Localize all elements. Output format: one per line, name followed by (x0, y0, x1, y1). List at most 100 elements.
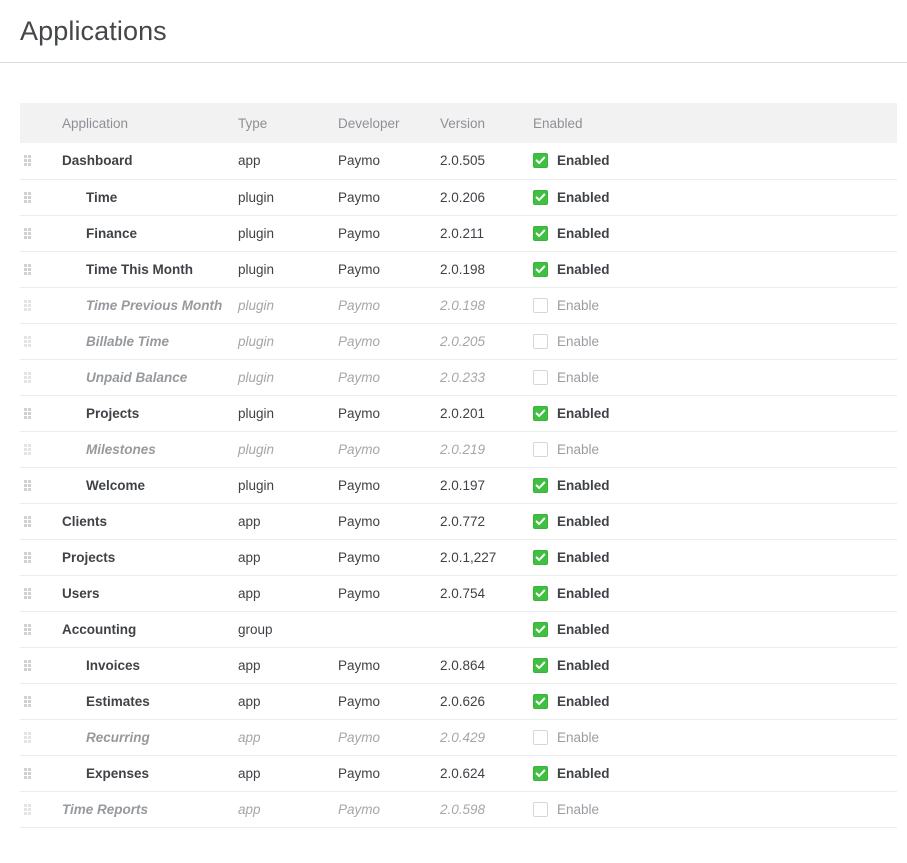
row-drag-cell[interactable] (20, 143, 42, 180)
checkbox-checked[interactable] (533, 621, 548, 637)
enabled-toggle[interactable]: Enabled (533, 405, 897, 421)
enabled-toggle[interactable]: Enabled (533, 225, 897, 241)
drag-handle-icon[interactable] (24, 371, 31, 383)
table-row[interactable]: Estimates app Paymo 2.0.626 Enabled (20, 683, 897, 720)
drag-handle-icon[interactable] (24, 515, 31, 527)
row-drag-cell[interactable] (20, 647, 42, 684)
drag-handle-icon[interactable] (24, 263, 31, 275)
table-row[interactable]: Time This Month plugin Paymo 2.0.198 Enabled (20, 251, 897, 288)
enabled-toggle[interactable]: Enable (533, 297, 897, 313)
cell-application[interactable]: Time This Month (42, 251, 238, 288)
cell-application[interactable]: Clients (42, 503, 238, 540)
checkbox-unchecked[interactable] (533, 729, 548, 745)
table-row[interactable]: Invoices app Paymo 2.0.864 Enabled (20, 647, 897, 684)
table-row[interactable]: Time plugin Paymo 2.0.206 Enabled (20, 179, 897, 216)
cell-application[interactable]: Projects (42, 395, 238, 432)
cell-application[interactable]: Time Previous Month (42, 287, 238, 324)
cell-application[interactable]: Welcome (42, 467, 238, 504)
table-row[interactable]: Dashboard app Paymo 2.0.505 Enabled (20, 143, 897, 180)
checkbox-checked[interactable] (533, 405, 548, 421)
table-row[interactable]: Users app Paymo 2.0.754 Enabled (20, 575, 897, 612)
row-drag-cell[interactable] (20, 215, 42, 252)
table-row[interactable]: Clients app Paymo 2.0.772 Enabled (20, 503, 897, 540)
drag-handle-icon[interactable] (24, 191, 31, 203)
enabled-toggle[interactable]: Enable (533, 369, 897, 385)
drag-handle-icon[interactable] (24, 443, 31, 455)
cell-application[interactable]: Invoices (42, 647, 238, 684)
checkbox-checked[interactable] (533, 153, 548, 169)
row-drag-cell[interactable] (20, 467, 42, 504)
checkbox-checked[interactable] (533, 225, 548, 241)
enabled-toggle[interactable]: Enable (533, 441, 897, 457)
checkbox-checked[interactable] (533, 189, 548, 205)
checkbox-unchecked[interactable] (533, 801, 548, 817)
checkbox-checked[interactable] (533, 261, 548, 277)
enabled-toggle[interactable]: Enabled (533, 765, 897, 781)
row-drag-cell[interactable] (20, 719, 42, 756)
checkbox-checked[interactable] (533, 693, 548, 709)
drag-handle-icon[interactable] (24, 587, 31, 599)
enabled-toggle[interactable]: Enabled (533, 693, 897, 709)
cell-application[interactable]: Expenses (42, 755, 238, 792)
table-row[interactable]: Finance plugin Paymo 2.0.211 Enabled (20, 215, 897, 252)
row-drag-cell[interactable] (20, 431, 42, 468)
drag-handle-icon[interactable] (24, 695, 31, 707)
row-drag-cell[interactable] (20, 791, 42, 828)
drag-handle-icon[interactable] (24, 407, 31, 419)
enabled-toggle[interactable]: Enable (533, 333, 897, 349)
drag-handle-icon[interactable] (24, 731, 31, 743)
row-drag-cell[interactable] (20, 251, 42, 288)
cell-application[interactable]: Billable Time (42, 323, 238, 360)
drag-handle-icon[interactable] (24, 299, 31, 311)
checkbox-unchecked[interactable] (533, 441, 548, 457)
enabled-toggle[interactable]: Enabled (533, 189, 897, 205)
checkbox-unchecked[interactable] (533, 369, 548, 385)
drag-handle-icon[interactable] (24, 479, 31, 491)
checkbox-checked[interactable] (533, 513, 548, 529)
row-drag-cell[interactable] (20, 395, 42, 432)
cell-application[interactable]: Estimates (42, 683, 238, 720)
row-drag-cell[interactable] (20, 503, 42, 540)
drag-handle-icon[interactable] (24, 335, 31, 347)
table-row[interactable]: Unpaid Balance plugin Paymo 2.0.233 Enable (20, 359, 897, 396)
drag-handle-icon[interactable] (24, 803, 31, 815)
checkbox-checked[interactable] (533, 765, 548, 781)
drag-handle-icon[interactable] (24, 767, 31, 779)
row-drag-cell[interactable] (20, 359, 42, 396)
checkbox-checked[interactable] (533, 585, 548, 601)
cell-application[interactable]: Accounting (42, 611, 238, 648)
checkbox-unchecked[interactable] (533, 297, 548, 313)
checkbox-unchecked[interactable] (533, 333, 548, 349)
table-row[interactable]: Milestones plugin Paymo 2.0.219 Enable (20, 431, 897, 468)
enabled-toggle[interactable]: Enable (533, 729, 897, 745)
cell-application[interactable]: Time (42, 179, 238, 216)
cell-application[interactable]: Dashboard (42, 143, 238, 180)
cell-application[interactable]: Time Reports (42, 791, 238, 828)
row-drag-cell[interactable] (20, 287, 42, 324)
row-drag-cell[interactable] (20, 611, 42, 648)
cell-application[interactable]: Unpaid Balance (42, 359, 238, 396)
enabled-toggle[interactable]: Enabled (533, 585, 897, 601)
drag-handle-icon[interactable] (24, 623, 31, 635)
drag-handle-icon[interactable] (24, 227, 31, 239)
drag-handle-icon[interactable] (24, 551, 31, 563)
enabled-toggle[interactable]: Enabled (533, 549, 897, 565)
table-row[interactable]: Projects app Paymo 2.0.1,227 Enabled (20, 539, 897, 576)
row-drag-cell[interactable] (20, 539, 42, 576)
table-row[interactable]: Projects plugin Paymo 2.0.201 Enabled (20, 395, 897, 432)
table-row[interactable]: Expenses app Paymo 2.0.624 Enabled (20, 755, 897, 792)
drag-handle-icon[interactable] (24, 659, 31, 671)
row-drag-cell[interactable] (20, 755, 42, 792)
enabled-toggle[interactable]: Enable (533, 801, 897, 817)
row-drag-cell[interactable] (20, 179, 42, 216)
checkbox-checked[interactable] (533, 657, 548, 673)
enabled-toggle[interactable]: Enabled (533, 477, 897, 493)
enabled-toggle[interactable]: Enabled (533, 621, 897, 637)
row-drag-cell[interactable] (20, 575, 42, 612)
table-row[interactable]: Time Previous Month plugin Paymo 2.0.198 Ena… (20, 287, 897, 324)
checkbox-checked[interactable] (533, 477, 548, 493)
table-row[interactable]: Billable Time plugin Paymo 2.0.205 Enable (20, 323, 897, 360)
table-row[interactable]: Recurring app Paymo 2.0.429 Enable (20, 719, 897, 756)
enabled-toggle[interactable]: Enabled (533, 657, 897, 673)
table-row[interactable]: Welcome plugin Paymo 2.0.197 Enabled (20, 467, 897, 504)
